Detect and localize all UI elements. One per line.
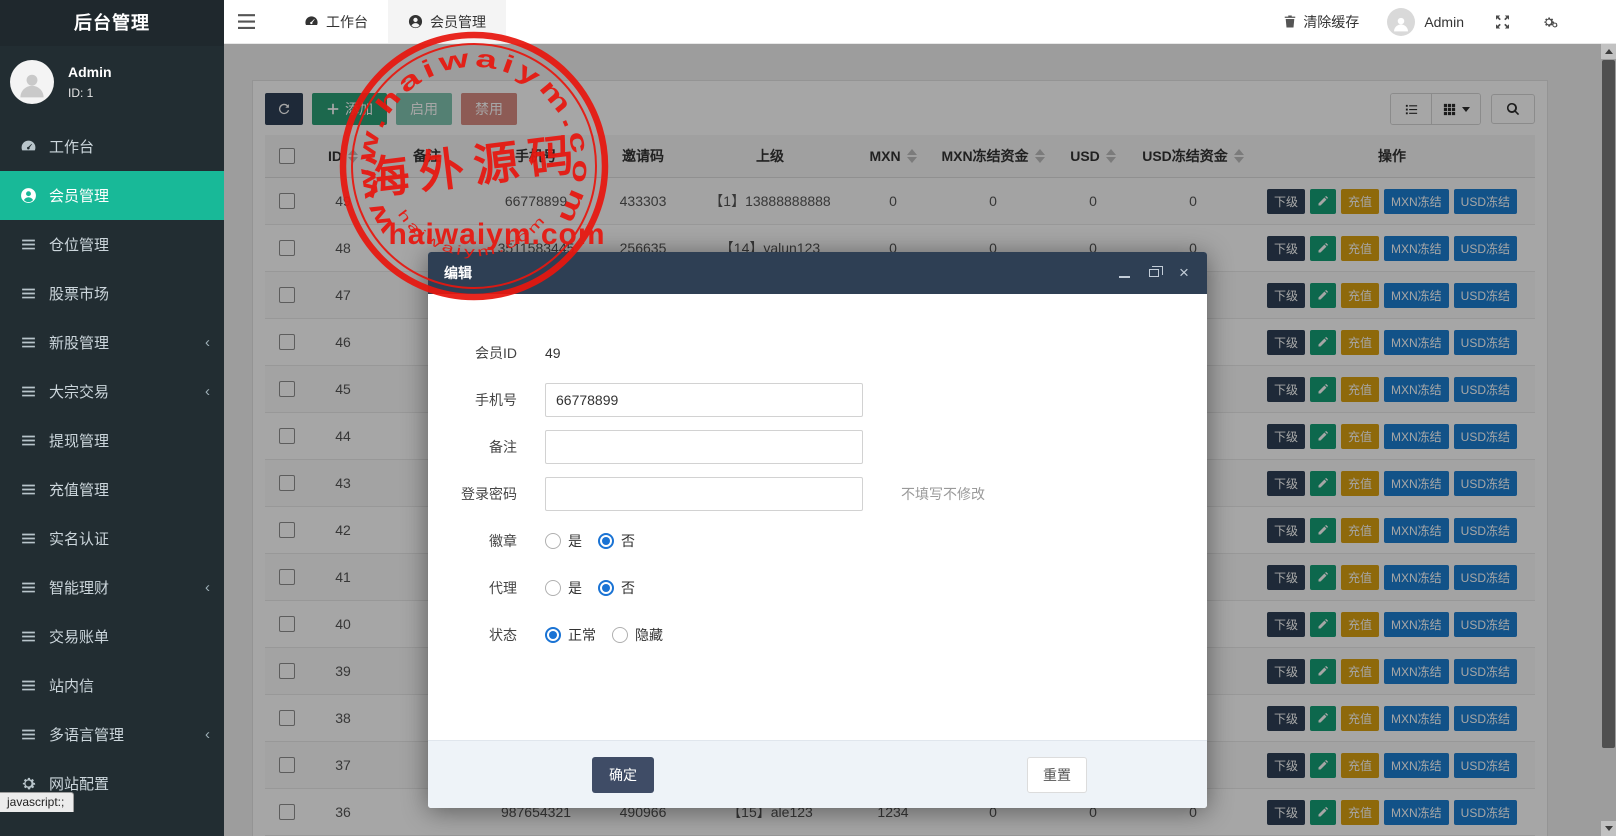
dialog-title: 编辑 [444, 265, 472, 281]
trash-icon [1285, 15, 1296, 28]
edit-member-dialog: 编辑 × 会员ID 49 手机号 备注 登录密码 不 [428, 252, 1207, 808]
badge-radio-label: 否 [621, 533, 635, 549]
hamburger-menu-icon[interactable] [224, 0, 268, 43]
badge-label: 徽章 [489, 533, 517, 549]
status-radio-正常[interactable] [545, 627, 561, 643]
avatar [10, 60, 54, 104]
dialog-header: 编辑 × [428, 252, 1207, 294]
phone-field[interactable] [545, 383, 863, 417]
sidebar: 后台管理 Admin ID: 1 工作台 会员管理 仓位管理 股票市场 新股管理 ‹ 大宗交… [0, 0, 224, 836]
password-field[interactable] [545, 477, 863, 511]
sidebar-item-recharge[interactable]: 充值管理 [0, 465, 224, 514]
sidebar-item-block-trade[interactable]: 大宗交易 ‹ [0, 367, 224, 416]
sidebar-item-languages[interactable]: 多语言管理 ‹ [0, 710, 224, 759]
dashboard-icon [20, 138, 37, 155]
agent-radio-group: 是否 [545, 578, 651, 598]
fullscreen-icon[interactable] [1492, 12, 1512, 32]
close-icon[interactable]: × [1177, 264, 1191, 281]
agent-label: 代理 [489, 580, 517, 596]
badge-radio-label: 是 [568, 533, 582, 549]
sidebar-item-stock-market[interactable]: 股票市场 [0, 269, 224, 318]
settings-gears-icon[interactable] [1540, 12, 1560, 32]
list-icon [20, 726, 37, 743]
sidebar-item-trade-bills[interactable]: 交易账单 [0, 612, 224, 661]
chevron-left-icon: ‹ [205, 383, 210, 400]
password-hint: 不填写不修改 [901, 486, 985, 502]
user-icon [408, 14, 423, 29]
status-radio-隐藏[interactable] [612, 627, 628, 643]
sidebar-menu: 工作台 会员管理 仓位管理 股票市场 新股管理 ‹ 大宗交易 ‹ 提现管理 充值管理 实名认证 智能理… [0, 122, 224, 808]
agent-radio-label: 否 [621, 580, 635, 596]
list-icon [20, 579, 37, 596]
admin-user-menu[interactable]: Admin [1387, 7, 1464, 36]
app-screen: 后台管理 Admin ID: 1 工作台 会员管理 仓位管理 股票市场 新股管理 ‹ 大宗交… [0, 0, 1616, 836]
sidebar-item-new-stock[interactable]: 新股管理 ‹ [0, 318, 224, 367]
agent-radio-否[interactable] [598, 580, 614, 596]
app-title: 后台管理 [0, 0, 224, 46]
list-icon [20, 677, 37, 694]
phone-label: 手机号 [475, 392, 517, 408]
remark-field[interactable] [545, 430, 863, 464]
list-icon [20, 432, 37, 449]
list-icon [20, 334, 37, 351]
dashboard-icon [304, 14, 319, 29]
list-icon [20, 285, 37, 302]
chevron-left-icon: ‹ [205, 579, 210, 596]
scroll-up-arrow[interactable] [1601, 44, 1616, 59]
chevron-left-icon: ‹ [205, 334, 210, 351]
minimize-icon[interactable] [1117, 266, 1131, 280]
status-label: 状态 [489, 627, 517, 643]
sidebar-username: Admin [68, 64, 112, 80]
tab-members[interactable]: 会员管理 [388, 0, 506, 43]
maximize-icon[interactable] [1147, 266, 1163, 280]
gear-icon [20, 775, 37, 792]
agent-radio-label: 是 [568, 580, 582, 596]
status-radio-group: 正常 隐藏 [545, 625, 679, 645]
status-radio-label: 正常 [568, 627, 596, 643]
list-icon [20, 530, 37, 547]
member-id-label: 会员ID [475, 345, 517, 361]
dialog-footer: 确定 重置 [428, 740, 1207, 808]
status-bar-link-tooltip: javascript:; [0, 792, 75, 812]
list-icon [20, 236, 37, 253]
remark-label: 备注 [489, 439, 517, 455]
scrollbar-thumb[interactable] [1602, 60, 1615, 748]
nav-tabs: 工作台 会员管理 [284, 0, 506, 43]
badge-radio-group: 是否 [545, 531, 651, 551]
clear-cache-button[interactable]: 清除缓存 [1283, 12, 1359, 32]
sidebar-item-members[interactable]: 会员管理 [0, 171, 224, 220]
sidebar-item-real-name[interactable]: 实名认证 [0, 514, 224, 563]
sidebar-user-id: ID: 1 [68, 86, 94, 100]
sidebar-item-workbench[interactable]: 工作台 [0, 122, 224, 171]
chevron-left-icon: ‹ [205, 726, 210, 743]
admin-username: Admin [1424, 13, 1464, 30]
tab-workbench[interactable]: 工作台 [284, 0, 388, 43]
reset-button[interactable]: 重置 [1027, 756, 1087, 793]
badge-radio-否[interactable] [598, 533, 614, 549]
list-icon [20, 383, 37, 400]
list-icon [20, 628, 37, 645]
sidebar-item-messages[interactable]: 站内信 [0, 661, 224, 710]
sidebar-item-positions[interactable]: 仓位管理 [0, 220, 224, 269]
member-id-value: 49 [545, 345, 561, 361]
confirm-button[interactable]: 确定 [592, 756, 654, 793]
sidebar-item-withdrawals[interactable]: 提现管理 [0, 416, 224, 465]
status-radio-label: 隐藏 [635, 627, 663, 643]
avatar [1387, 7, 1416, 36]
password-label: 登录密码 [461, 486, 517, 502]
person-icon [1394, 17, 1409, 31]
sidebar-item-smart-finance[interactable]: 智能理财 ‹ [0, 563, 224, 612]
dialog-body: 会员ID 49 手机号 备注 登录密码 不填写不修改 徽章 是否 代理 [428, 294, 1207, 740]
person-icon [20, 74, 44, 98]
sidebar-user-panel: Admin ID: 1 [0, 46, 224, 120]
scrollbar[interactable] [1601, 44, 1616, 836]
badge-radio-是[interactable] [545, 533, 561, 549]
list-icon [20, 481, 37, 498]
topbar: 工作台 会员管理 清除缓存 Admin [224, 0, 1616, 44]
scroll-down-arrow[interactable] [1601, 821, 1616, 836]
user-icon [20, 187, 37, 204]
agent-radio-是[interactable] [545, 580, 561, 596]
